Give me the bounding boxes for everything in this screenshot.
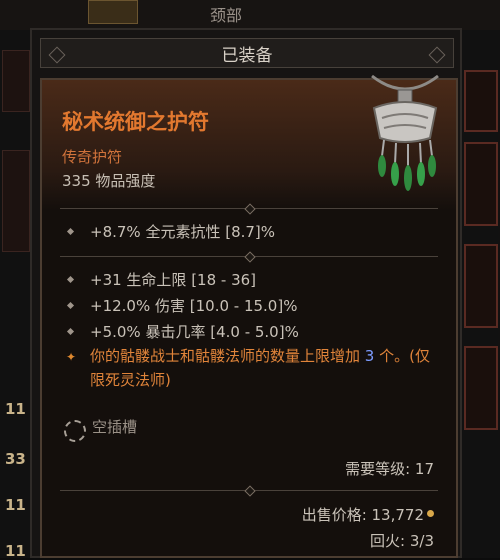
legendary-power: 你的骷髅战士和骷髅法师的数量上限增加 3 个。(仅限死灵法师) [90, 344, 440, 392]
item-name: 秘术统御之护符 [62, 110, 209, 134]
stack-count: 33 [5, 450, 26, 468]
left-slot[interactable] [2, 50, 30, 112]
item-rarity: 传奇护符 [62, 148, 123, 166]
affix: +5.0% 暴击几率 [4.0 - 5.0]% [90, 323, 299, 341]
gold-coin-icon [427, 510, 434, 517]
socket-label: 空插槽 [92, 418, 138, 436]
bullet-icon [66, 227, 75, 236]
affix: +31 生命上限 [18 - 36] [90, 271, 257, 289]
right-slot[interactable] [464, 244, 498, 328]
background-top-bar [0, 0, 500, 30]
right-slot[interactable] [464, 142, 498, 226]
panel-header: 已装备 [40, 38, 454, 68]
ornament-icon [244, 251, 256, 263]
item-tooltip: 秘术统御之护符 传奇护符 335 物品强度 +8.7% 全元素抗性 [8.7]%… [40, 74, 458, 558]
equipped-slot-icon[interactable] [88, 0, 138, 24]
ornament-icon [244, 485, 256, 497]
empty-socket-icon [64, 420, 86, 442]
item-power: 335 物品强度 [62, 172, 156, 190]
bullet-icon [66, 327, 75, 336]
left-slot[interactable] [2, 150, 30, 252]
legendary-star-icon: ✦ [66, 350, 77, 364]
stack-count: 11 [5, 542, 26, 560]
level-requirement: 需要等级: 17 [345, 460, 434, 478]
right-slot[interactable] [464, 70, 498, 132]
legendary-power-text: 你的骷髅战士和骷髅法师的数量上限增加 [90, 347, 365, 365]
bullet-icon [66, 275, 75, 284]
neck-slot-label: 颈部 [210, 6, 243, 25]
implicit-affix: +8.7% 全元素抗性 [8.7]% [90, 223, 276, 241]
durability: 回火: 3/3 [370, 532, 434, 550]
stack-count: 11 [5, 400, 26, 418]
amulet-icon [371, 74, 439, 191]
right-slot[interactable] [464, 346, 498, 430]
bullet-icon [66, 301, 75, 310]
affix: +12.0% 伤害 [10.0 - 15.0]% [90, 297, 298, 315]
panel-title: 已装备 [221, 46, 273, 66]
sell-price: 出售价格: 13,772 [301, 506, 424, 524]
left-inventory-strip: 11 33 11 11 [0, 30, 32, 560]
right-equipment-strip [462, 30, 500, 558]
legendary-power-value: 3 [364, 347, 375, 365]
stack-count: 11 [5, 496, 26, 514]
